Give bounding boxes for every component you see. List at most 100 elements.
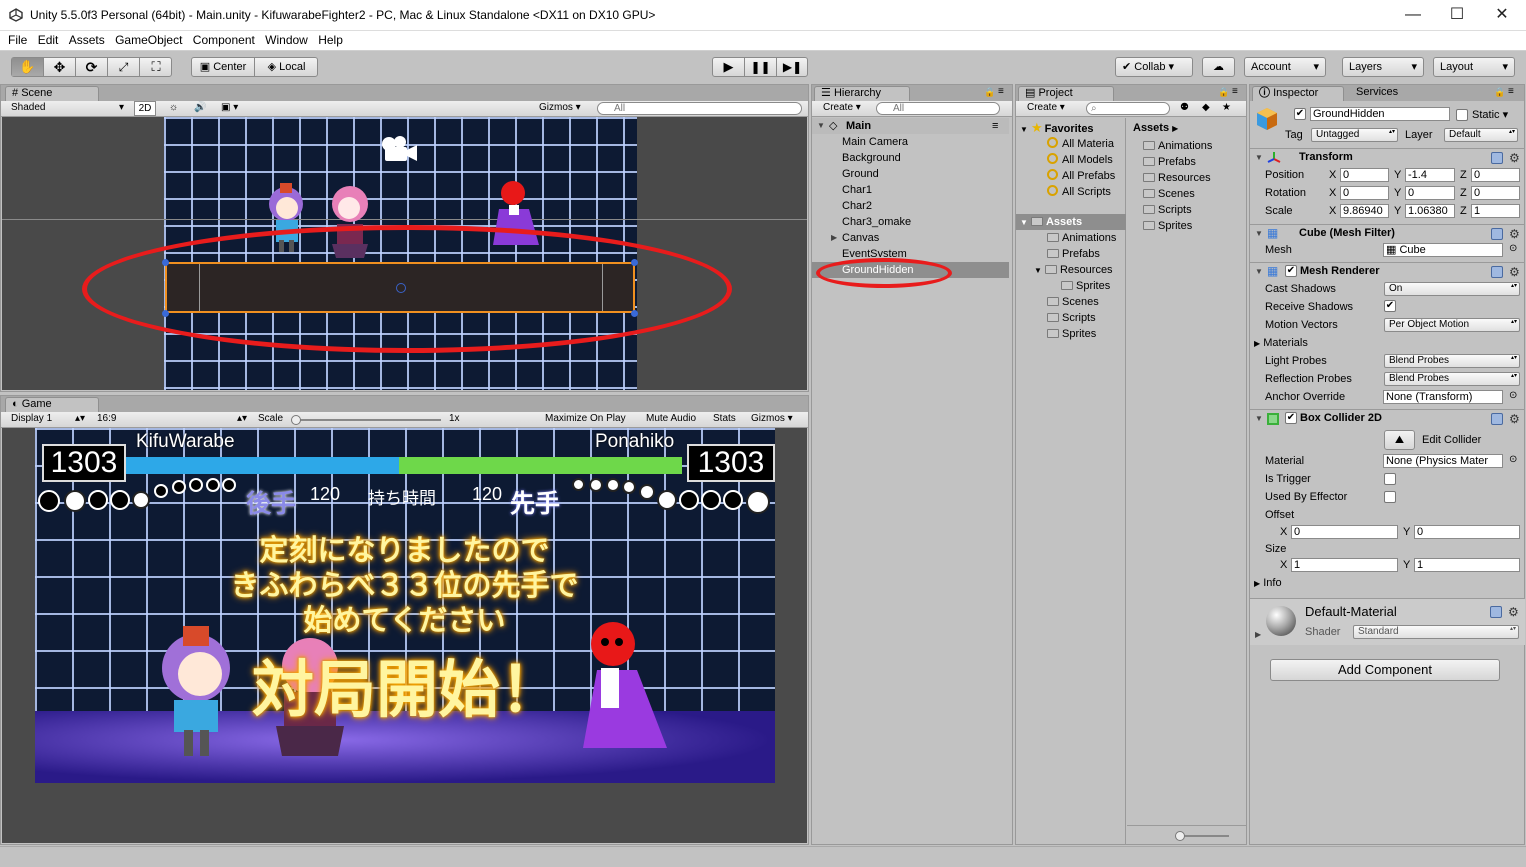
favorite-star-icon[interactable]: ★ (1222, 102, 1231, 113)
cast-shadows-dropdown[interactable]: On (1384, 282, 1520, 296)
tree-folder-scripts[interactable]: Scripts (1047, 310, 1096, 326)
tab-services[interactable]: Services (1356, 86, 1398, 98)
expand-arrow-icon[interactable]: ▶ (1254, 579, 1260, 588)
anchor-override-field[interactable]: None (Transform) (1383, 390, 1503, 404)
filter-label-icon[interactable]: ◆ (1202, 102, 1210, 113)
scene-view[interactable] (2, 117, 807, 390)
offset-x-field[interactable]: 0 (1291, 525, 1398, 539)
favorite-all-scripts[interactable]: All Scripts (1047, 184, 1111, 200)
collapse-arrow-icon[interactable]: ▼ (1255, 153, 1263, 163)
content-folder-animations[interactable]: Animations (1143, 138, 1212, 154)
scene-effects-icon[interactable]: ▣ ▾ (221, 102, 238, 113)
content-folder-scenes[interactable]: Scenes (1143, 186, 1195, 202)
scale-tool-button[interactable]: ⤢ (108, 58, 140, 76)
is-trigger-checkbox[interactable] (1384, 473, 1396, 485)
project-search-input[interactable]: ⌕ (1086, 102, 1170, 115)
cloud-button[interactable]: ☁ (1202, 57, 1235, 77)
project-lock-icon[interactable]: 🔒 (1218, 87, 1229, 98)
hierarchy-menu-icon[interactable]: ≡ (998, 86, 1004, 97)
mesh-filter-header[interactable]: ▼ ▦ Cube (Mesh Filter) ⚙ (1250, 224, 1525, 242)
menu-file[interactable]: File (4, 31, 31, 47)
move-tool-button[interactable]: ✥ (44, 58, 76, 76)
hierarchy-search-input[interactable]: All (876, 102, 1000, 115)
content-folder-scripts[interactable]: Scripts (1143, 202, 1192, 218)
hierarchy-item-main-camera[interactable]: Main Camera (812, 134, 1009, 150)
tab-scene[interactable]: # Scene (5, 86, 99, 101)
scale-x-field[interactable]: 9.86940 (1340, 204, 1389, 218)
scale-slider-track[interactable] (293, 419, 441, 421)
content-folder-sprites[interactable]: Sprites (1143, 218, 1192, 234)
mute-audio-toggle[interactable]: Mute Audio (646, 413, 696, 424)
inspector-menu-icon[interactable]: ≡ (1508, 86, 1514, 97)
stats-toggle[interactable]: Stats (713, 413, 736, 424)
rotation-z-field[interactable]: 0 (1471, 186, 1520, 200)
filter-type-icon[interactable]: ⚉ (1180, 102, 1189, 113)
hierarchy-item-char2[interactable]: Char2 (812, 198, 1009, 214)
inspector-lock-icon[interactable]: 🔒 (1494, 87, 1505, 98)
gear-icon[interactable]: ⚙ (1509, 413, 1520, 425)
collapse-arrow-icon[interactable]: ▼ (1255, 229, 1263, 239)
tab-hierarchy[interactable]: ☰ Hierarchy (814, 86, 910, 101)
expand-arrow-icon[interactable]: ▼ (817, 121, 825, 131)
gear-icon[interactable]: ⚙ (1509, 152, 1520, 164)
expand-arrow-icon[interactable]: ▼ (1020, 125, 1028, 134)
hand-tool-button[interactable]: ✋ (12, 58, 44, 76)
shader-dropdown[interactable]: Standard (1353, 625, 1519, 639)
tree-folder-animations[interactable]: Animations (1047, 230, 1116, 246)
favorite-all-prefabs[interactable]: All Prefabs (1047, 168, 1115, 184)
hierarchy-item-canvas[interactable]: ▶ Canvas (812, 230, 1009, 246)
object-picker-icon[interactable]: ⊙ (1509, 243, 1517, 254)
menu-component[interactable]: Component (189, 31, 259, 47)
menu-window[interactable]: Window (261, 31, 312, 47)
scene-root-row[interactable]: ▼ ◇ Main ≡ (812, 118, 1009, 134)
scene-gizmos-dropdown[interactable]: Gizmos ▾ (539, 102, 581, 113)
physics-material-field[interactable]: None (Physics Mater (1383, 454, 1503, 468)
tree-folder-resources-sprites[interactable]: Sprites (1061, 278, 1110, 294)
game-view[interactable]: 1303 1303 KifuWarabe Ponahiko 後手 120 持ち時… (2, 428, 807, 843)
pivot-center-button[interactable]: ▣ Center (192, 58, 255, 76)
collapse-arrow-icon[interactable]: ▼ (1255, 267, 1263, 277)
close-button[interactable]: ✕ (1482, 4, 1522, 26)
collab-dropdown[interactable]: ✔ Collab ▾ (1115, 57, 1193, 77)
project-menu-icon[interactable]: ≡ (1232, 86, 1238, 97)
hierarchy-create-dropdown[interactable]: Create ▾ (823, 102, 861, 113)
gear-icon[interactable]: ⚙ (1508, 606, 1519, 618)
hierarchy-item-char3-omake[interactable]: Char3_omake (812, 214, 1009, 230)
layout-dropdown[interactable]: Layout ▾ (1433, 57, 1515, 77)
play-button[interactable]: ▶ (713, 58, 745, 76)
aspect-dropdown[interactable]: 16:9 ▴▾ (97, 413, 249, 424)
menu-gameobject[interactable]: GameObject (111, 31, 186, 47)
static-checkbox[interactable] (1456, 109, 1468, 121)
receive-shadows-checkbox[interactable]: ✔ (1384, 300, 1396, 312)
rotate-tool-button[interactable]: ⟳ (76, 58, 108, 76)
tree-folder-sprites[interactable]: Sprites (1047, 326, 1096, 342)
hierarchy-lock-icon[interactable]: 🔒 (984, 87, 995, 98)
object-picker-icon[interactable]: ⊙ (1509, 454, 1517, 465)
step-button[interactable]: ▶❚ (777, 58, 808, 76)
position-z-field[interactable]: 0 (1471, 168, 1520, 182)
box-collider-enabled-checkbox[interactable]: ✔ (1285, 412, 1297, 424)
hierarchy-item-ground[interactable]: Ground (812, 166, 1009, 182)
tree-folder-scenes[interactable]: Scenes (1047, 294, 1099, 310)
pause-button[interactable]: ❚❚ (745, 58, 777, 76)
tab-project[interactable]: ▤ Project (1018, 86, 1114, 101)
scale-y-field[interactable]: 1.06380 (1405, 204, 1455, 218)
expand-arrow-icon[interactable]: ▶ (831, 233, 837, 243)
light-probes-dropdown[interactable]: Blend Probes (1384, 354, 1520, 368)
assets-root-row[interactable]: ▼ Assets (1016, 214, 1126, 230)
expand-arrow-icon[interactable]: ▶ (1255, 630, 1261, 640)
position-x-field[interactable]: 0 (1340, 168, 1389, 182)
content-folder-resources[interactable]: Resources (1143, 170, 1211, 186)
position-y-field[interactable]: -1.4 (1405, 168, 1455, 182)
add-component-button[interactable]: Add Component (1270, 659, 1500, 681)
scene-audio-icon[interactable]: 🔊 (194, 102, 206, 113)
tab-game[interactable]: ◐ Game (5, 397, 99, 412)
hierarchy-item-char1[interactable]: Char1 (812, 182, 1009, 198)
menu-help[interactable]: Help (314, 31, 347, 47)
display-dropdown[interactable]: Display 1 ▴▾ (11, 413, 89, 424)
size-y-field[interactable]: 1 (1414, 558, 1520, 572)
rect-tool-button[interactable]: ⛶ (140, 58, 172, 76)
layers-dropdown[interactable]: Layers ▾ (1342, 57, 1424, 77)
project-create-dropdown[interactable]: Create ▾ (1027, 102, 1065, 113)
expand-arrow-icon[interactable]: ▼ (1020, 218, 1028, 227)
